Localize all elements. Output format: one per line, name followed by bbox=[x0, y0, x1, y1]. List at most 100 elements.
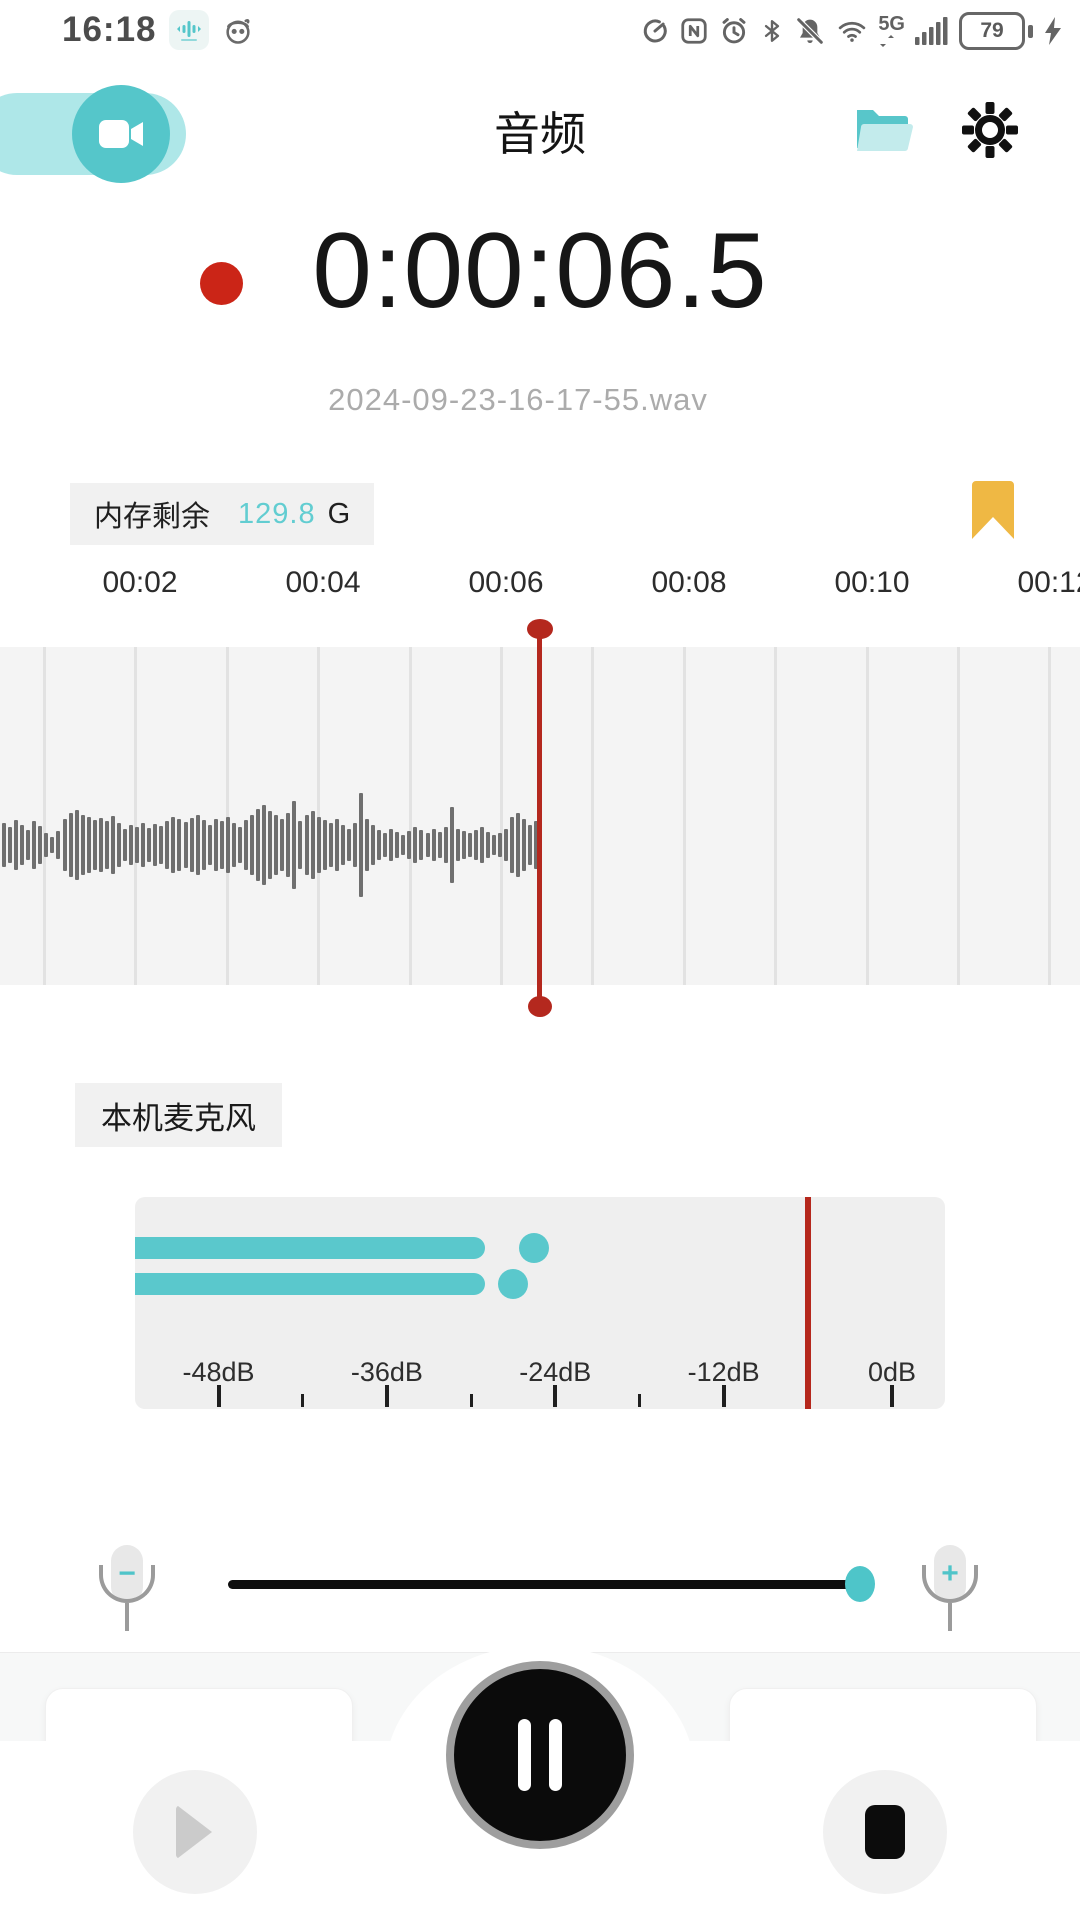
storage-label: 内存剩余 bbox=[94, 493, 210, 535]
charging-bolt-icon bbox=[1042, 16, 1064, 46]
waveform-bar bbox=[117, 823, 121, 867]
waveform-bar bbox=[63, 819, 67, 871]
mic-gain-slider-thumb[interactable] bbox=[845, 1566, 875, 1602]
bluetooth-icon bbox=[759, 16, 785, 46]
waveform-bar bbox=[171, 817, 175, 873]
waveform-gridline bbox=[226, 647, 229, 985]
waveform-bar bbox=[238, 827, 242, 863]
waveform-gridline bbox=[683, 647, 686, 985]
waveform-bar bbox=[159, 826, 163, 864]
waveform-bar bbox=[75, 810, 79, 880]
waveform-bar bbox=[389, 829, 393, 861]
timeline-label: 00:12 bbox=[1000, 566, 1080, 600]
waveform-bar bbox=[196, 815, 200, 875]
level-meter-peak-dot bbox=[498, 1269, 528, 1299]
audio-app-icon bbox=[169, 10, 209, 50]
db-scale-label: 0dB bbox=[832, 1357, 945, 1388]
status-bar: 16:18 5G bbox=[0, 0, 1080, 64]
waveform-bar bbox=[250, 815, 254, 875]
waveform-bar bbox=[426, 833, 430, 857]
waveform-bar bbox=[444, 827, 448, 863]
waveform-bar bbox=[468, 833, 472, 857]
waveform-bar bbox=[401, 835, 405, 855]
timeline-label: 00:06 bbox=[451, 566, 561, 600]
pause-button[interactable] bbox=[446, 1661, 634, 1849]
waveform-bar bbox=[14, 820, 18, 870]
stop-button[interactable] bbox=[823, 1770, 947, 1894]
waveform-bar bbox=[262, 805, 266, 885]
stop-icon bbox=[865, 1805, 905, 1859]
bookmark-icon bbox=[972, 526, 1014, 543]
waveform-bar bbox=[516, 813, 520, 877]
playhead-line[interactable] bbox=[537, 622, 542, 1006]
waveform-bar bbox=[510, 817, 514, 873]
plus-icon: + bbox=[915, 1557, 985, 1591]
waveform-bar bbox=[383, 833, 387, 857]
db-scale-major-tick bbox=[890, 1385, 894, 1407]
waveform-bar bbox=[407, 831, 411, 859]
timeline-label: 00:08 bbox=[634, 566, 744, 600]
waveform-bar bbox=[135, 827, 139, 863]
timeline-label: 00:10 bbox=[817, 566, 927, 600]
waveform-bar bbox=[504, 829, 508, 861]
playhead-handle-top[interactable] bbox=[527, 619, 553, 639]
waveform-gridline bbox=[317, 647, 320, 985]
db-scale-minor-tick bbox=[638, 1394, 641, 1407]
alarm-icon bbox=[718, 15, 750, 47]
waveform-bar bbox=[111, 816, 115, 874]
waveform-bar bbox=[220, 821, 224, 869]
waveform-gridline bbox=[134, 647, 137, 985]
waveform-bar bbox=[202, 820, 206, 870]
waveform-bar bbox=[365, 819, 369, 871]
waveform-bar bbox=[528, 825, 532, 865]
db-scale-major-tick bbox=[553, 1385, 557, 1407]
waveform-bar bbox=[129, 825, 133, 865]
waveform-bar bbox=[456, 829, 460, 861]
playhead-handle-bottom[interactable] bbox=[528, 996, 552, 1017]
storage-remaining-badge: 内存剩余 129.8 G bbox=[70, 483, 374, 545]
waveform-bar bbox=[2, 823, 6, 867]
network-label: 5G bbox=[878, 14, 905, 34]
db-scale-major-tick bbox=[385, 1385, 389, 1407]
waveform-bar bbox=[256, 809, 260, 881]
waveform-bar bbox=[329, 823, 333, 867]
waveform-bar bbox=[353, 823, 357, 867]
mic-gain-decrease-button[interactable]: − bbox=[92, 1545, 162, 1647]
waveform-bar bbox=[8, 827, 12, 863]
waveform-bar bbox=[377, 830, 381, 860]
waveform-gridline bbox=[866, 647, 869, 985]
db-scale-label: -24dB bbox=[495, 1357, 615, 1388]
recording-timer: 0:00:06.5 bbox=[150, 208, 930, 332]
waveform-bar bbox=[87, 817, 91, 873]
waveform-bar bbox=[165, 821, 169, 869]
level-meter-bar bbox=[135, 1273, 485, 1295]
waveform-bar bbox=[522, 819, 526, 871]
mic-gain-increase-button[interactable]: + bbox=[915, 1545, 985, 1647]
transport-bar bbox=[0, 1652, 1080, 1921]
recordings-folder-button[interactable] bbox=[850, 100, 914, 164]
waveform-gridline bbox=[409, 647, 412, 985]
waveform-gridline bbox=[500, 647, 503, 985]
waveform-bar bbox=[26, 830, 30, 860]
play-icon bbox=[174, 1804, 216, 1860]
waveform-bar bbox=[432, 829, 436, 861]
mic-source-chip[interactable]: 本机麦克风 bbox=[75, 1083, 282, 1147]
waveform-bar bbox=[317, 817, 321, 873]
settings-button[interactable] bbox=[958, 100, 1022, 164]
page-title: 音频 bbox=[0, 98, 1080, 164]
mic-gain-slider-track[interactable] bbox=[228, 1580, 855, 1589]
timeline-label: 00:02 bbox=[85, 566, 195, 600]
waveform-bar bbox=[105, 821, 109, 869]
microphone-stem bbox=[948, 1603, 952, 1631]
db-scale-minor-tick bbox=[301, 1394, 304, 1407]
wifi-icon bbox=[835, 16, 869, 46]
waveform-bar bbox=[232, 823, 236, 867]
level-meter-limit-line bbox=[805, 1197, 811, 1409]
bookmark-button[interactable] bbox=[972, 481, 1014, 544]
waveform-bar bbox=[38, 826, 42, 864]
nfc-icon bbox=[679, 16, 709, 46]
storage-unit: G bbox=[328, 498, 351, 531]
play-button[interactable] bbox=[133, 1770, 257, 1894]
waveform-bar bbox=[280, 819, 284, 871]
data-saver-icon bbox=[640, 16, 670, 46]
